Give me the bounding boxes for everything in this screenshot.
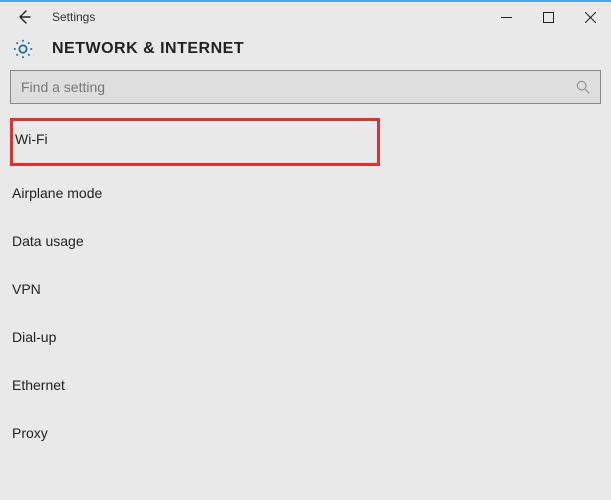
nav-item-vpn[interactable]: VPN	[10, 268, 601, 310]
window-controls	[485, 3, 611, 31]
search-container	[0, 70, 611, 112]
nav-item-dialup[interactable]: Dial-up	[10, 316, 601, 358]
page-header: NETWORK & INTERNET	[0, 32, 611, 70]
search-icon	[576, 80, 590, 94]
window-title: Settings	[52, 10, 95, 24]
nav-item-data-usage[interactable]: Data usage	[10, 220, 601, 262]
settings-nav-list: Wi-Fi Airplane mode Data usage VPN Dial-…	[0, 112, 611, 466]
minimize-icon	[501, 12, 512, 23]
gear-icon	[12, 38, 34, 60]
back-button[interactable]	[10, 3, 38, 31]
titlebar: Settings	[0, 2, 611, 32]
minimize-button[interactable]	[485, 3, 527, 31]
page-title: NETWORK & INTERNET	[52, 40, 244, 58]
search-box[interactable]	[10, 70, 601, 104]
close-icon	[585, 12, 596, 23]
maximize-button[interactable]	[527, 3, 569, 31]
nav-item-wifi[interactable]: Wi-Fi	[15, 131, 375, 147]
search-input[interactable]	[21, 79, 576, 95]
nav-item-proxy[interactable]: Proxy	[10, 412, 601, 454]
maximize-icon	[543, 12, 554, 23]
nav-item-airplane-mode[interactable]: Airplane mode	[10, 172, 601, 214]
highlight-annotation: Wi-Fi	[10, 118, 380, 166]
nav-item-ethernet[interactable]: Ethernet	[10, 364, 601, 406]
close-button[interactable]	[569, 3, 611, 31]
back-arrow-icon	[16, 9, 32, 25]
